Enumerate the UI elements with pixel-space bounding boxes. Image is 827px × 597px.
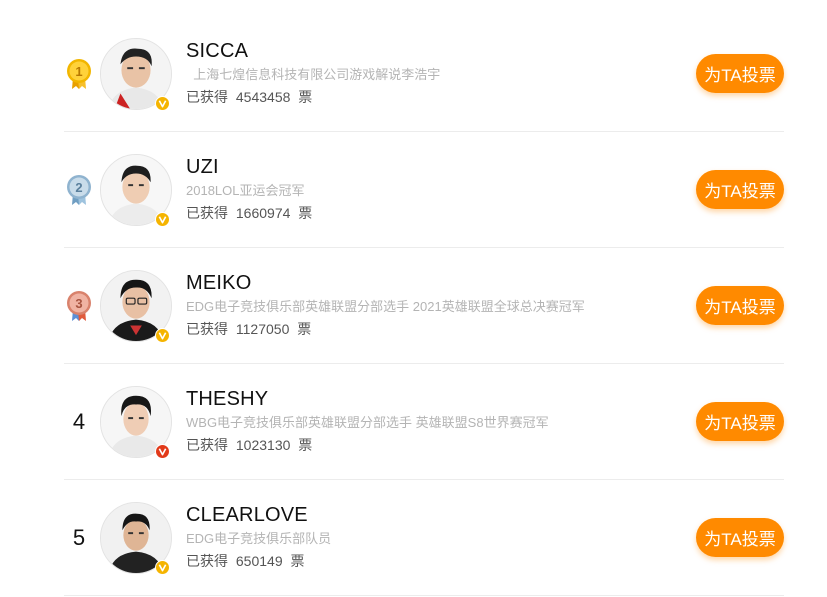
ranking-row: 2 UZI 2018LOL亚运会冠军 已获得 1660974 票 为TA投票: [64, 132, 784, 248]
player-description: 上海七煌信息科技有限公司游戏解说李浩宇: [186, 67, 441, 82]
ranking-row: 1 SICCA 上海七煌信息科技有限公司游戏解说李浩宇 已获得 4543458 …: [64, 16, 784, 132]
verified-v-badge-icon: [155, 328, 170, 343]
verified-v-badge-icon: [155, 212, 170, 227]
votes-prefix: 已获得: [186, 321, 228, 337]
ranking-row: 4 THESHY WBG电子竞技俱乐部英雄联盟分部选手 英雄联盟S8世界赛冠军: [64, 364, 784, 480]
rank-cell: 5: [64, 480, 94, 595]
player-name: THESHY: [186, 388, 269, 410]
votes-number: 1127050: [235, 321, 290, 337]
votes-prefix: 已获得: [186, 553, 228, 569]
vote-count: 已获得 650149 票: [186, 551, 666, 571]
rank-cell: 1: [64, 16, 94, 131]
player-description: 2018LOL亚运会冠军: [186, 183, 305, 198]
votes-prefix: 已获得: [186, 437, 228, 453]
player-info: CLEARLOVE EDG电子竞技俱乐部队员 已获得 650149 票: [186, 502, 666, 571]
votes-number: 1660974: [235, 205, 291, 221]
vote-count: 已获得 1023130 票: [186, 435, 666, 455]
rank-cell: 2: [64, 132, 94, 247]
votes-number: 4543458: [235, 89, 291, 105]
rank-number: 4: [72, 408, 86, 434]
player-description: WBG电子竞技俱乐部英雄联盟分部选手 英雄联盟S8世界赛冠军: [186, 415, 549, 430]
rank-cell: 4: [64, 364, 94, 479]
votes-suffix: 票: [298, 205, 313, 221]
medal-rank-number: 3: [75, 296, 82, 311]
silver-medal-icon: 2: [67, 174, 91, 205]
ranking-list: 1 SICCA 上海七煌信息科技有限公司游戏解说李浩宇 已获得 4543458 …: [64, 16, 784, 596]
votes-suffix: 票: [298, 89, 313, 105]
ranking-row: 3 MEIKO EDG电子竞技俱乐部英雄联盟分部选手 2021英雄联盟全球总决赛…: [64, 248, 784, 364]
votes-prefix: 已获得: [186, 205, 228, 221]
medal-rank-number: 2: [75, 180, 82, 195]
rank-number: 5: [72, 524, 86, 550]
vote-button[interactable]: 为TA投票: [696, 170, 784, 209]
gold-medal-icon: 1: [67, 58, 91, 89]
player-info: SICCA 上海七煌信息科技有限公司游戏解说李浩宇 已获得 4543458 票: [186, 38, 666, 107]
vote-button[interactable]: 为TA投票: [696, 54, 784, 93]
player-info: THESHY WBG电子竞技俱乐部英雄联盟分部选手 英雄联盟S8世界赛冠军 已获…: [186, 386, 666, 455]
votes-prefix: 已获得: [186, 89, 228, 105]
votes-suffix: 票: [297, 321, 312, 337]
votes-suffix: 票: [290, 553, 305, 569]
vote-count: 已获得 4543458 票: [186, 87, 666, 107]
avatar-wrap: [100, 386, 172, 459]
vote-button[interactable]: 为TA投票: [696, 518, 784, 557]
player-description: EDG电子竞技俱乐部队员: [186, 531, 332, 546]
verified-v-badge-icon: [155, 444, 170, 459]
player-description: EDG电子竞技俱乐部英雄联盟分部选手 2021英雄联盟全球总决赛冠军: [186, 299, 585, 314]
avatar-wrap: [100, 270, 172, 343]
player-name: UZI: [186, 156, 219, 178]
vote-button[interactable]: 为TA投票: [696, 286, 784, 325]
vote-button[interactable]: 为TA投票: [696, 402, 784, 441]
player-name: SICCA: [186, 40, 249, 62]
verified-v-badge-icon: [155, 96, 170, 111]
avatar-wrap: [100, 38, 172, 111]
player-name: CLEARLOVE: [186, 504, 308, 526]
medal-rank-number: 1: [75, 64, 82, 79]
votes-suffix: 票: [298, 437, 313, 453]
vote-count: 已获得 1127050 票: [186, 319, 666, 339]
player-info: MEIKO EDG电子竞技俱乐部英雄联盟分部选手 2021英雄联盟全球总决赛冠军…: [186, 270, 666, 339]
vote-count: 已获得 1660974 票: [186, 203, 666, 223]
avatar-wrap: [100, 154, 172, 227]
votes-number: 1023130: [235, 437, 291, 453]
bronze-medal-icon: 3: [67, 290, 91, 321]
player-name: MEIKO: [186, 272, 252, 294]
verified-v-badge-icon: [155, 560, 170, 575]
avatar-wrap: [100, 502, 172, 575]
votes-number: 650149: [235, 553, 283, 569]
player-info: UZI 2018LOL亚运会冠军 已获得 1660974 票: [186, 154, 666, 223]
ranking-row: 5 CLEARLOVE EDG电子竞技俱乐部队员 已获得 650149 票 为T…: [64, 480, 784, 596]
rank-cell: 3: [64, 248, 94, 363]
